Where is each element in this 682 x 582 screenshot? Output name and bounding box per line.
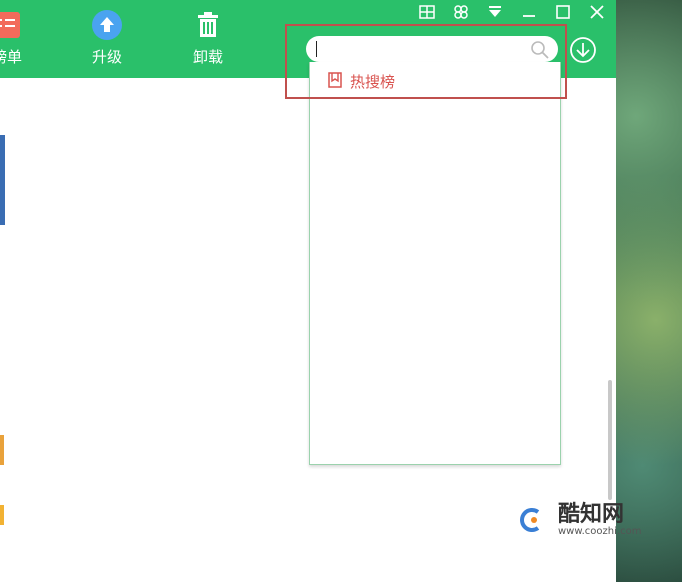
desktop-background (616, 0, 682, 582)
menu-triangle-icon[interactable] (478, 2, 512, 22)
window-controls (410, 2, 614, 22)
list-icon (0, 10, 22, 40)
app-window: 榜单 升级 卸载 (0, 0, 616, 582)
watermark: 酷知网 www.coozhi.com (512, 500, 641, 540)
scrollbar[interactable] (608, 380, 612, 500)
toolbar-uninstall-label: 卸载 (192, 48, 223, 66)
toolbar-upgrade[interactable]: 升级 (72, 10, 142, 67)
trash-icon (193, 10, 223, 40)
upgrade-arrow-icon (92, 10, 122, 40)
toolbar-rankings[interactable]: 榜单 (0, 10, 42, 67)
close-icon[interactable] (580, 2, 614, 22)
watermark-url: www.coozhi.com (558, 525, 642, 537)
search-dropdown: 热搜榜 (309, 62, 561, 465)
highlight-box (285, 24, 567, 99)
left-content-edge (0, 95, 6, 575)
watermark-title: 酷知网 (558, 501, 625, 527)
toolbar-uninstall[interactable]: 卸载 (173, 10, 243, 67)
watermark-logo-icon (512, 500, 552, 540)
minimize-icon[interactable] (512, 2, 546, 22)
toolbar-upgrade-label: 升级 (91, 48, 122, 66)
download-icon[interactable] (569, 36, 597, 68)
maximize-icon[interactable] (546, 2, 580, 22)
grid-icon[interactable] (410, 2, 444, 22)
skin-icon[interactable] (444, 2, 478, 22)
toolbar-rankings-label: 榜单 (0, 48, 22, 66)
